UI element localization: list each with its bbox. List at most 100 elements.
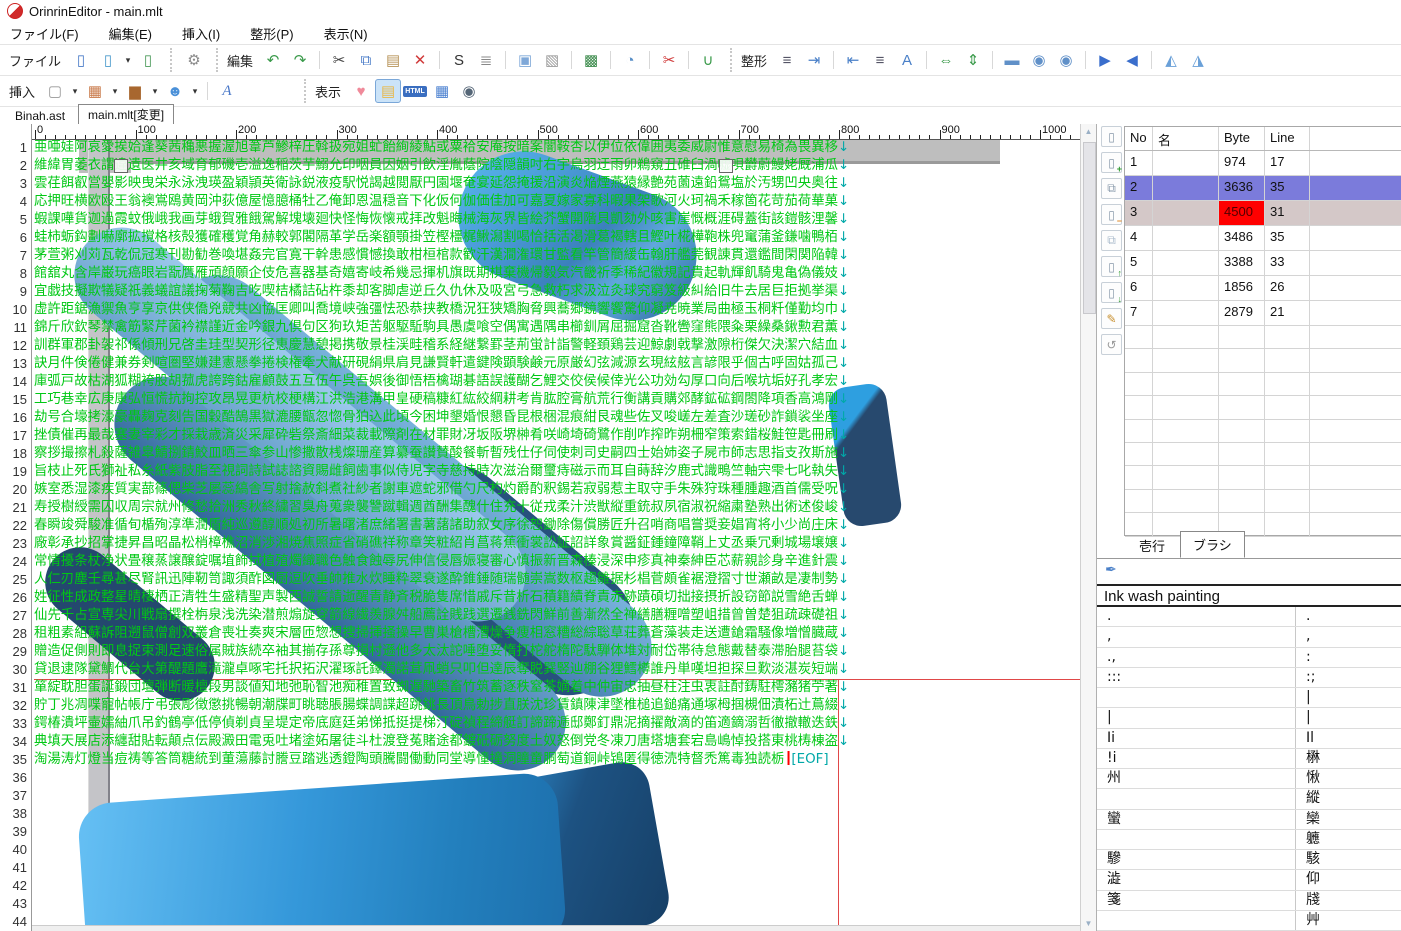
palette-char-right[interactable]: :; xyxy=(1296,668,1401,687)
palette-char-left[interactable]: | xyxy=(1097,708,1296,727)
block-remove-icon[interactable]: ▯− xyxy=(1101,204,1122,225)
revert-icon[interactable]: ∪ xyxy=(695,48,721,72)
copy-icon[interactable]: ⧉ xyxy=(353,48,379,72)
strikethrough-icon[interactable]: S xyxy=(446,48,472,72)
layers-icon[interactable]: ▩ xyxy=(578,48,604,72)
table-row-empty[interactable] xyxy=(1125,326,1401,349)
palette-char-right[interactable]: 軈 xyxy=(1296,830,1401,849)
trim-icon[interactable]: ✂ xyxy=(656,48,682,72)
table-row[interactable]: 7287921 xyxy=(1125,301,1401,326)
table-row[interactable]: 6185626 xyxy=(1125,276,1401,301)
palette-char-right[interactable]: 駭 xyxy=(1296,850,1401,869)
insert-text-icon[interactable]: A xyxy=(214,79,240,103)
menu-item[interactable]: 整形(P) xyxy=(250,24,293,43)
insert-palette-icon[interactable]: ▦ xyxy=(82,79,108,103)
block-move-down-icon[interactable]: ▯↓ xyxy=(1101,282,1122,303)
editor-vertical-scrollbar[interactable]: ▲ ▼ xyxy=(1080,124,1096,931)
open-file-dropdown-icon[interactable]: ▾ xyxy=(122,48,134,72)
insert-page-dropdown-icon[interactable]: ▾ xyxy=(69,79,81,103)
block-add-icon[interactable]: ▯+ xyxy=(1101,152,1122,173)
palette-row[interactable]: 箋牋 xyxy=(1097,891,1401,911)
cut-icon[interactable]: ✂ xyxy=(326,48,352,72)
palette-char-right[interactable]: . xyxy=(1296,607,1401,626)
table-row[interactable]: 197417 xyxy=(1125,151,1401,176)
insert-character-icon[interactable]: ☻ xyxy=(162,79,188,103)
menu-item[interactable]: 挿入(I) xyxy=(182,24,220,43)
palette-row[interactable]: ::::; xyxy=(1097,668,1401,688)
jump-start-icon[interactable]: ◉ xyxy=(1026,48,1052,72)
palette-char-left[interactable]: . xyxy=(1097,607,1296,626)
undo-icon[interactable]: ↶ xyxy=(260,48,286,72)
redo-icon[interactable]: ↷ xyxy=(287,48,313,72)
selection-handle-right[interactable] xyxy=(719,159,733,173)
remove-char-icon[interactable]: A xyxy=(894,48,920,72)
table-row-empty[interactable] xyxy=(1125,490,1401,513)
palette-row[interactable]: 蠻欒 xyxy=(1097,810,1401,830)
table-row-empty[interactable] xyxy=(1125,443,1401,466)
play-forward-icon[interactable]: ▶ xyxy=(1092,48,1118,72)
palette-char-right[interactable]: Il xyxy=(1296,729,1401,748)
palette-char-left[interactable]: 箋 xyxy=(1097,891,1296,910)
palette-char-right[interactable]: : xyxy=(1296,648,1401,667)
panel-tab[interactable]: 壱行 xyxy=(1127,533,1177,558)
palette-char-right[interactable]: 仰 xyxy=(1296,870,1401,889)
memo-icon[interactable]: ≣ xyxy=(473,48,499,72)
palette-char-left[interactable]: Ii xyxy=(1097,729,1296,748)
palette-char-left[interactable]: 州 xyxy=(1097,769,1296,788)
palette-char-right[interactable]: 艸 xyxy=(1296,911,1401,930)
scrollbar-thumb[interactable] xyxy=(1083,142,1096,314)
block-duplicate-icon[interactable]: ⧉ xyxy=(1101,230,1122,251)
editor-canvas[interactable]: 01002003004005006007008009001000 1234567… xyxy=(0,124,1080,931)
jump-end-icon[interactable]: ◉ xyxy=(1053,48,1079,72)
table-row-empty[interactable] xyxy=(1125,466,1401,489)
block-copy-icon[interactable]: ⧉ xyxy=(1101,178,1122,199)
open-file-icon[interactable]: ▯ xyxy=(95,48,121,72)
palette-row[interactable]: ,, xyxy=(1097,627,1401,647)
fit-width-icon[interactable]: ⇔ xyxy=(933,48,959,72)
palette-char-left[interactable]: 澁 xyxy=(1097,870,1296,889)
insert-box-icon[interactable]: ▆ xyxy=(122,79,148,103)
palette-row[interactable]: 軈 xyxy=(1097,830,1401,850)
palette-char-right[interactable]: 縱 xyxy=(1296,789,1401,808)
html-view-icon[interactable]: HTML xyxy=(402,79,428,103)
palette-char-left[interactable] xyxy=(1097,789,1296,808)
settings-icon[interactable]: ⚙ xyxy=(181,48,207,72)
paste-icon[interactable]: ▤ xyxy=(380,48,406,72)
scroll-down-arrow-icon[interactable]: ▼ xyxy=(1081,919,1096,928)
block-refresh-icon[interactable]: ↺ xyxy=(1101,334,1122,355)
palette-row[interactable]: || xyxy=(1097,708,1401,728)
insert-page-icon[interactable]: ▢ xyxy=(42,79,68,103)
align-left-icon[interactable]: ≡ xyxy=(774,48,800,72)
block-edit-icon[interactable]: ✎ xyxy=(1101,308,1122,329)
insert-palette-dropdown-icon[interactable]: ▾ xyxy=(109,79,121,103)
insert-box-dropdown-icon[interactable]: ▾ xyxy=(149,79,161,103)
palette-char-left[interactable]: 蠻 xyxy=(1097,810,1296,829)
preview-eye-icon[interactable]: ◉ xyxy=(456,79,482,103)
brush-tool-icon[interactable]: ✒ xyxy=(1105,561,1117,583)
palette-char-left[interactable] xyxy=(1097,911,1296,930)
palette-row[interactable]: .. xyxy=(1097,607,1401,627)
block-move-up-icon[interactable]: ▯↑ xyxy=(1101,256,1122,277)
block-new-icon[interactable]: ▯ xyxy=(1101,126,1122,147)
palette-row[interactable]: IiIl xyxy=(1097,729,1401,749)
line-align-icon[interactable]: ≡ xyxy=(867,48,893,72)
outdent-left-icon[interactable]: ⇤ xyxy=(840,48,866,72)
table-row-empty[interactable] xyxy=(1125,420,1401,443)
table-row[interactable]: 4348635 xyxy=(1125,226,1401,251)
table-row[interactable]: 2363635 xyxy=(1125,176,1401,201)
scroll-up-arrow-icon[interactable]: ▲ xyxy=(1081,127,1096,136)
palette-row[interactable]: | xyxy=(1097,688,1401,708)
flip-left-icon[interactable]: ◭ xyxy=(1158,48,1184,72)
indent-right-icon[interactable]: ⇥ xyxy=(801,48,827,72)
save-file-icon[interactable]: ▯ xyxy=(135,48,161,72)
palette-row[interactable]: .,: xyxy=(1097,648,1401,668)
palette-char-right[interactable]: 楙 xyxy=(1296,749,1401,768)
grid-view-icon[interactable]: ▦ xyxy=(429,79,455,103)
palette-row[interactable]: !i楙 xyxy=(1097,749,1401,769)
selection-handle-left[interactable] xyxy=(114,159,128,173)
palette-char-left[interactable] xyxy=(1097,830,1296,849)
palette-row[interactable]: 艸 xyxy=(1097,911,1401,931)
delete-icon[interactable]: ✕ xyxy=(407,48,433,72)
table-row-empty[interactable] xyxy=(1125,373,1401,396)
palette-row[interactable]: 州愀 xyxy=(1097,769,1401,789)
